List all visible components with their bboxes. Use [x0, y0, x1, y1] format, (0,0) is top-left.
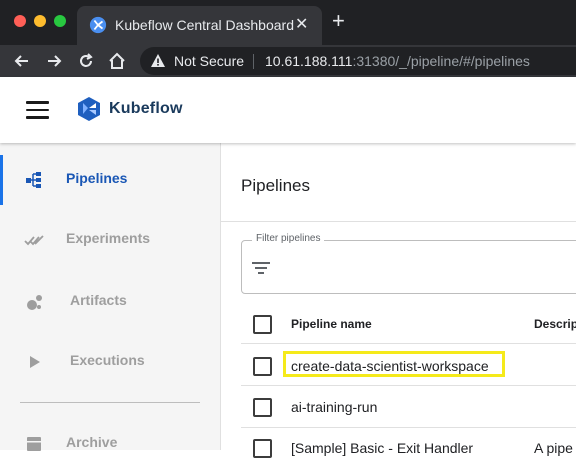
row-divider: [241, 343, 576, 344]
browser-tab-bar: Kubeflow Central Dashboard ✕ +: [0, 0, 576, 45]
pipeline-name-link[interactable]: [Sample] Basic - Exit Handler: [291, 440, 473, 456]
home-icon[interactable]: [107, 51, 127, 71]
new-tab-button[interactable]: +: [332, 10, 345, 32]
pipeline-name-link[interactable]: ai-training-run: [291, 399, 377, 415]
filter-label: Filter pipelines: [252, 233, 325, 244]
tab-title: Kubeflow Central Dashboard: [115, 17, 294, 33]
main-content: Pipelines Filter pipelines Pipeline name…: [221, 143, 576, 458]
sidebar-item-pipelines[interactable]: Pipelines: [0, 151, 220, 209]
sidebar-item-label: Pipelines: [66, 170, 128, 186]
artifacts-icon: [27, 295, 42, 310]
minimize-window-button[interactable]: [34, 15, 46, 27]
kubeflow-logo-icon: [78, 97, 100, 121]
pipeline-description: A pipe: [534, 440, 573, 456]
url-text[interactable]: 10.61.188.111:31380/_/pipeline/#/pipelin…: [265, 53, 530, 69]
row-checkbox[interactable]: [253, 357, 272, 376]
close-window-button[interactable]: [14, 15, 26, 27]
sidebar-item-label: Artifacts: [70, 292, 127, 308]
app-header: Kubeflow: [0, 77, 576, 143]
column-header-description[interactable]: Descrip: [534, 317, 576, 331]
row-divider: [241, 385, 576, 386]
menu-icon[interactable]: [26, 101, 49, 119]
warning-icon: [151, 54, 165, 67]
kubeflow-favicon-icon: [89, 16, 107, 34]
sidebar-item-label: Experiments: [66, 230, 151, 246]
browser-tab[interactable]: Kubeflow Central Dashboard ✕: [77, 6, 322, 45]
executions-icon: [30, 356, 40, 368]
back-arrow-icon[interactable]: [12, 51, 32, 71]
pipelines-icon: [26, 172, 41, 188]
row-divider: [241, 427, 576, 428]
address-bar[interactable]: Not Secure 10.61.188.111:31380/_/pipelin…: [140, 47, 576, 75]
archive-icon: [27, 437, 41, 451]
tab-close-icon[interactable]: ✕: [295, 14, 308, 34]
sidebar-item-executions[interactable]: Executions: [0, 333, 220, 391]
brand-name: Kubeflow: [109, 100, 183, 117]
row-checkbox[interactable]: [253, 398, 272, 417]
filter-list-icon: [252, 262, 270, 274]
sidebar-item-archive[interactable]: Archive: [0, 415, 220, 473]
url-host: 10.61.188.111: [265, 53, 353, 69]
maximize-window-button[interactable]: [54, 15, 66, 27]
filter-pipelines-input[interactable]: Filter pipelines: [241, 233, 576, 294]
title-divider: [221, 221, 576, 222]
security-status[interactable]: Not Secure: [174, 53, 244, 69]
select-all-checkbox[interactable]: [253, 315, 272, 334]
sidebar-item-label: Archive: [66, 434, 118, 450]
browser-toolbar: Not Secure 10.61.188.111:31380/_/pipelin…: [0, 45, 576, 77]
forward-arrow-icon[interactable]: [44, 51, 64, 71]
column-header-pipeline-name[interactable]: Pipeline name: [291, 317, 372, 331]
reload-icon[interactable]: [76, 51, 96, 71]
address-divider: [253, 54, 254, 69]
sidebar-item-label: Executions: [70, 352, 145, 368]
page-title: Pipelines: [241, 176, 310, 195]
experiments-icon: [24, 235, 44, 246]
pipeline-name-link[interactable]: create-data-scientist-workspace: [291, 358, 489, 374]
url-path: :31380/_/pipeline/#/pipelines: [352, 53, 530, 69]
sidebar-item-artifacts[interactable]: Artifacts: [0, 273, 220, 331]
sidebar: Pipelines Experiments Artifacts Executio…: [0, 143, 221, 451]
row-checkbox[interactable]: [253, 439, 272, 458]
sidebar-item-experiments[interactable]: Experiments: [0, 211, 220, 269]
sidebar-divider: [20, 402, 200, 403]
